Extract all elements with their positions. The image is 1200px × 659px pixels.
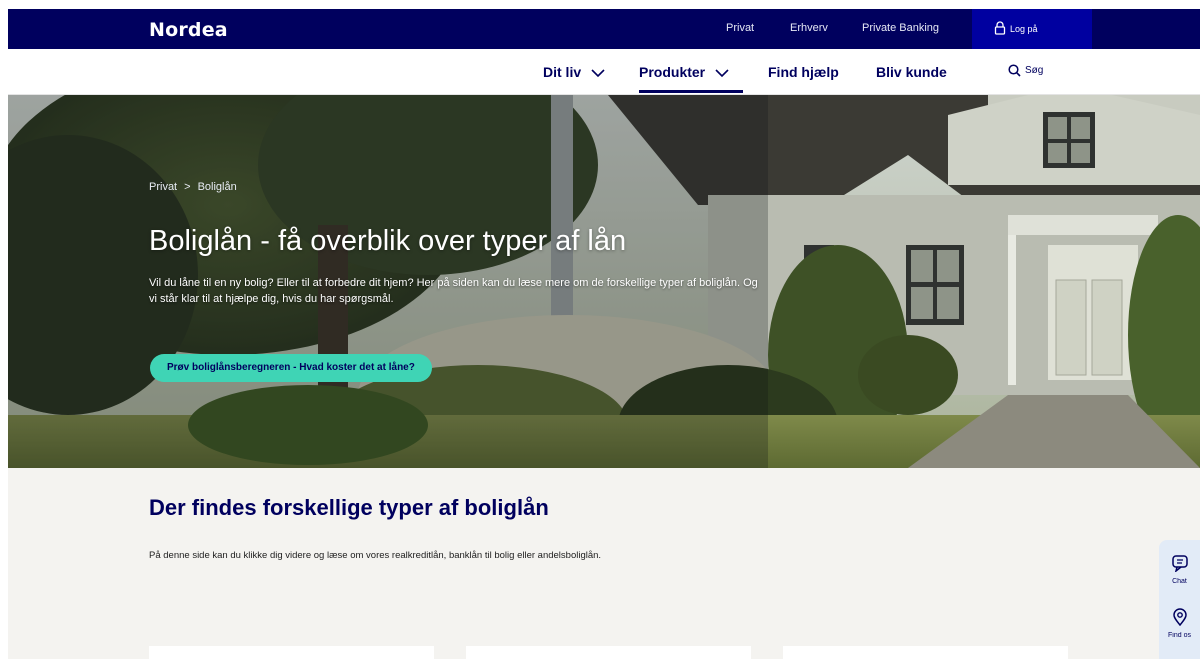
chevron-down-icon xyxy=(715,69,729,77)
chat-label: Chat xyxy=(1172,578,1187,585)
nav-item-bliv-kunde[interactable]: Bliv kunde xyxy=(876,64,947,80)
section-description: På denne side kan du klikke dig videre o… xyxy=(149,550,602,561)
main-navigation: Dit liv Produkter Find hjælp Bliv kunde … xyxy=(8,49,1200,95)
search-button[interactable]: Søg xyxy=(1008,64,1043,77)
loan-types-section: Der findes forskellige typer af boliglån… xyxy=(8,468,1200,659)
hero-description: Vil du låne til en ny bolig? Eller til a… xyxy=(149,277,758,305)
nav-item-label: Dit liv xyxy=(543,64,582,80)
breadcrumb-current: Boliglån xyxy=(197,181,237,193)
nav-item-find-hjaelp[interactable]: Find hjælp xyxy=(768,64,839,80)
segment-link-private-banking[interactable]: Private Banking xyxy=(862,22,939,34)
loan-type-card[interactable] xyxy=(783,646,1068,659)
top-bar: Nordea Privat Erhverv Private Banking Lo… xyxy=(8,9,1200,49)
nav-item-label: Produkter xyxy=(639,64,706,80)
location-pin-icon xyxy=(1172,608,1187,627)
find-us-button[interactable]: Find os xyxy=(1159,608,1200,639)
find-us-label: Find os xyxy=(1168,632,1191,639)
chat-icon xyxy=(1171,555,1188,573)
segment-link-privat[interactable]: Privat xyxy=(726,22,754,34)
loan-type-card[interactable] xyxy=(149,646,434,659)
chevron-down-icon xyxy=(591,69,605,77)
nordea-logo[interactable]: Nordea xyxy=(149,19,228,41)
lock-icon xyxy=(994,21,1006,35)
page-title: Boliglån - få overblik over typer af lån xyxy=(149,225,627,257)
section-title: Der findes forskellige typer af boliglån xyxy=(149,495,549,520)
search-icon xyxy=(1008,64,1021,77)
breadcrumb-separator: > xyxy=(184,181,191,193)
nav-item-dit-liv[interactable]: Dit liv xyxy=(543,64,605,80)
chat-button[interactable]: Chat xyxy=(1159,554,1200,585)
search-label: Søg xyxy=(1025,65,1044,77)
hero-banner: Privat > Boliglån Boliglån - få overblik o… xyxy=(8,95,1200,468)
login-label: Log på xyxy=(1010,24,1038,34)
nav-item-produkter[interactable]: Produkter xyxy=(639,64,729,80)
breadcrumb-link-privat[interactable]: Privat xyxy=(149,181,177,193)
login-button[interactable]: Log på xyxy=(972,9,1092,49)
segment-link-erhverv[interactable]: Erhverv xyxy=(790,22,828,34)
loan-type-card[interactable] xyxy=(466,646,751,659)
breadcrumb: Privat > Boliglån xyxy=(149,181,237,193)
active-nav-indicator xyxy=(639,90,743,93)
side-contact-widget: Chat Find os xyxy=(1159,540,1200,659)
loan-calculator-cta-button[interactable]: Prøv boliglånsberegneren - Hvad koster d… xyxy=(150,354,432,382)
